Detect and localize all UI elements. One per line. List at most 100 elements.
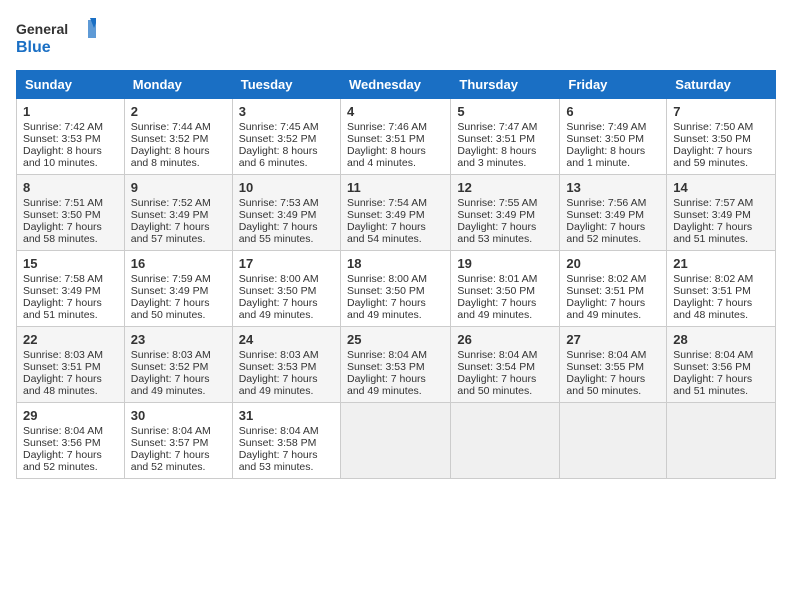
day-cell-18: 18 Sunrise: 8:00 AM Sunset: 3:50 PM Dayl… bbox=[340, 251, 450, 327]
sunset-9: Sunset: 3:49 PM bbox=[131, 209, 209, 221]
daylight-31: Daylight: 7 hours and 53 minutes. bbox=[239, 449, 318, 473]
daylight-5: Daylight: 8 hours and 3 minutes. bbox=[457, 145, 536, 169]
col-wednesday: Wednesday bbox=[340, 71, 450, 99]
day-number-9: 9 bbox=[131, 180, 226, 195]
calendar-row-5: 29 Sunrise: 8:04 AM Sunset: 3:56 PM Dayl… bbox=[17, 403, 776, 479]
day-cell-2: 2 Sunrise: 7:44 AM Sunset: 3:52 PM Dayli… bbox=[124, 99, 232, 175]
calendar-row-4: 22 Sunrise: 8:03 AM Sunset: 3:51 PM Dayl… bbox=[17, 327, 776, 403]
sunrise-30: Sunrise: 8:04 AM bbox=[131, 425, 211, 437]
day-number-30: 30 bbox=[131, 408, 226, 423]
sunrise-8: Sunrise: 7:51 AM bbox=[23, 197, 103, 209]
daylight-19: Daylight: 7 hours and 49 minutes. bbox=[457, 297, 536, 321]
day-cell-13: 13 Sunrise: 7:56 AM Sunset: 3:49 PM Dayl… bbox=[560, 175, 667, 251]
day-cell-30: 30 Sunrise: 8:04 AM Sunset: 3:57 PM Dayl… bbox=[124, 403, 232, 479]
daylight-3: Daylight: 8 hours and 6 minutes. bbox=[239, 145, 318, 169]
sunset-25: Sunset: 3:53 PM bbox=[347, 361, 425, 373]
sunrise-16: Sunrise: 7:59 AM bbox=[131, 273, 211, 285]
day-number-7: 7 bbox=[673, 104, 769, 119]
empty-cell bbox=[560, 403, 667, 479]
daylight-29: Daylight: 7 hours and 52 minutes. bbox=[23, 449, 102, 473]
day-number-28: 28 bbox=[673, 332, 769, 347]
col-friday: Friday bbox=[560, 71, 667, 99]
empty-cell bbox=[340, 403, 450, 479]
sunset-27: Sunset: 3:55 PM bbox=[566, 361, 644, 373]
sunrise-17: Sunrise: 8:00 AM bbox=[239, 273, 319, 285]
sunset-6: Sunset: 3:50 PM bbox=[566, 133, 644, 145]
col-tuesday: Tuesday bbox=[232, 71, 340, 99]
calendar-table: Sunday Monday Tuesday Wednesday Thursday… bbox=[16, 70, 776, 479]
daylight-11: Daylight: 7 hours and 54 minutes. bbox=[347, 221, 426, 245]
sunrise-27: Sunrise: 8:04 AM bbox=[566, 349, 646, 361]
daylight-18: Daylight: 7 hours and 49 minutes. bbox=[347, 297, 426, 321]
day-cell-7: 7 Sunrise: 7:50 AM Sunset: 3:50 PM Dayli… bbox=[667, 99, 776, 175]
day-cell-17: 17 Sunrise: 8:00 AM Sunset: 3:50 PM Dayl… bbox=[232, 251, 340, 327]
sunset-17: Sunset: 3:50 PM bbox=[239, 285, 317, 297]
sunrise-22: Sunrise: 8:03 AM bbox=[23, 349, 103, 361]
calendar-row-2: 8 Sunrise: 7:51 AM Sunset: 3:50 PM Dayli… bbox=[17, 175, 776, 251]
day-cell-16: 16 Sunrise: 7:59 AM Sunset: 3:49 PM Dayl… bbox=[124, 251, 232, 327]
daylight-10: Daylight: 7 hours and 55 minutes. bbox=[239, 221, 318, 245]
sunset-28: Sunset: 3:56 PM bbox=[673, 361, 751, 373]
sunset-21: Sunset: 3:51 PM bbox=[673, 285, 751, 297]
sunrise-23: Sunrise: 8:03 AM bbox=[131, 349, 211, 361]
day-cell-28: 28 Sunrise: 8:04 AM Sunset: 3:56 PM Dayl… bbox=[667, 327, 776, 403]
day-cell-12: 12 Sunrise: 7:55 AM Sunset: 3:49 PM Dayl… bbox=[451, 175, 560, 251]
sunrise-7: Sunrise: 7:50 AM bbox=[673, 121, 753, 133]
empty-cell bbox=[451, 403, 560, 479]
sunrise-31: Sunrise: 8:04 AM bbox=[239, 425, 319, 437]
day-number-24: 24 bbox=[239, 332, 334, 347]
daylight-26: Daylight: 7 hours and 50 minutes. bbox=[457, 373, 536, 397]
daylight-24: Daylight: 7 hours and 49 minutes. bbox=[239, 373, 318, 397]
col-sunday: Sunday bbox=[17, 71, 125, 99]
day-number-17: 17 bbox=[239, 256, 334, 271]
sunset-24: Sunset: 3:53 PM bbox=[239, 361, 317, 373]
day-number-25: 25 bbox=[347, 332, 444, 347]
daylight-15: Daylight: 7 hours and 51 minutes. bbox=[23, 297, 102, 321]
sunset-12: Sunset: 3:49 PM bbox=[457, 209, 535, 221]
sunset-23: Sunset: 3:52 PM bbox=[131, 361, 209, 373]
day-number-18: 18 bbox=[347, 256, 444, 271]
day-cell-15: 15 Sunrise: 7:58 AM Sunset: 3:49 PM Dayl… bbox=[17, 251, 125, 327]
day-cell-1: 1 Sunrise: 7:42 AM Sunset: 3:53 PM Dayli… bbox=[17, 99, 125, 175]
daylight-16: Daylight: 7 hours and 50 minutes. bbox=[131, 297, 210, 321]
day-cell-31: 31 Sunrise: 8:04 AM Sunset: 3:58 PM Dayl… bbox=[232, 403, 340, 479]
day-number-10: 10 bbox=[239, 180, 334, 195]
day-number-5: 5 bbox=[457, 104, 553, 119]
day-cell-3: 3 Sunrise: 7:45 AM Sunset: 3:52 PM Dayli… bbox=[232, 99, 340, 175]
day-number-23: 23 bbox=[131, 332, 226, 347]
calendar-header-row: Sunday Monday Tuesday Wednesday Thursday… bbox=[17, 71, 776, 99]
sunrise-9: Sunrise: 7:52 AM bbox=[131, 197, 211, 209]
daylight-21: Daylight: 7 hours and 48 minutes. bbox=[673, 297, 752, 321]
sunrise-24: Sunrise: 8:03 AM bbox=[239, 349, 319, 361]
sunset-30: Sunset: 3:57 PM bbox=[131, 437, 209, 449]
logo-svg: General Blue bbox=[16, 16, 96, 58]
day-cell-29: 29 Sunrise: 8:04 AM Sunset: 3:56 PM Dayl… bbox=[17, 403, 125, 479]
daylight-12: Daylight: 7 hours and 53 minutes. bbox=[457, 221, 536, 245]
day-number-31: 31 bbox=[239, 408, 334, 423]
daylight-28: Daylight: 7 hours and 51 minutes. bbox=[673, 373, 752, 397]
daylight-8: Daylight: 7 hours and 58 minutes. bbox=[23, 221, 102, 245]
day-number-11: 11 bbox=[347, 180, 444, 195]
day-number-27: 27 bbox=[566, 332, 660, 347]
sunset-5: Sunset: 3:51 PM bbox=[457, 133, 535, 145]
sunset-14: Sunset: 3:49 PM bbox=[673, 209, 751, 221]
sunset-8: Sunset: 3:50 PM bbox=[23, 209, 101, 221]
sunrise-26: Sunrise: 8:04 AM bbox=[457, 349, 537, 361]
sunrise-13: Sunrise: 7:56 AM bbox=[566, 197, 646, 209]
sunrise-28: Sunrise: 8:04 AM bbox=[673, 349, 753, 361]
empty-cell bbox=[667, 403, 776, 479]
sunrise-21: Sunrise: 8:02 AM bbox=[673, 273, 753, 285]
daylight-7: Daylight: 7 hours and 59 minutes. bbox=[673, 145, 752, 169]
col-thursday: Thursday bbox=[451, 71, 560, 99]
day-cell-21: 21 Sunrise: 8:02 AM Sunset: 3:51 PM Dayl… bbox=[667, 251, 776, 327]
sunrise-29: Sunrise: 8:04 AM bbox=[23, 425, 103, 437]
sunset-13: Sunset: 3:49 PM bbox=[566, 209, 644, 221]
svg-text:General: General bbox=[16, 21, 68, 37]
day-cell-8: 8 Sunrise: 7:51 AM Sunset: 3:50 PM Dayli… bbox=[17, 175, 125, 251]
daylight-1: Daylight: 8 hours and 10 minutes. bbox=[23, 145, 102, 169]
daylight-30: Daylight: 7 hours and 52 minutes. bbox=[131, 449, 210, 473]
page-header: General Blue bbox=[16, 16, 776, 58]
day-cell-5: 5 Sunrise: 7:47 AM Sunset: 3:51 PM Dayli… bbox=[451, 99, 560, 175]
sunrise-1: Sunrise: 7:42 AM bbox=[23, 121, 103, 133]
sunset-19: Sunset: 3:50 PM bbox=[457, 285, 535, 297]
